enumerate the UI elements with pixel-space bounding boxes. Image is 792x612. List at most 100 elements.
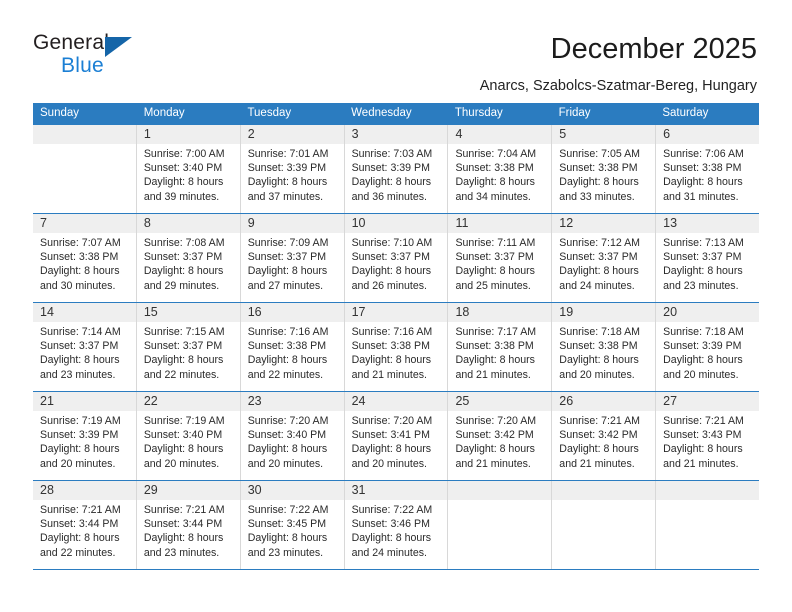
daylight-text-line2: and 20 minutes. (663, 368, 739, 381)
sunrise-text: Sunrise: 7:14 AM (40, 326, 121, 338)
daylight-text-line1: Daylight: 8 hours (455, 443, 535, 456)
sunset-text: Sunset: 3:44 PM (40, 518, 119, 531)
sunrise-text: Sunrise: 7:17 AM (455, 326, 537, 338)
day-number-band: 26 (552, 392, 656, 411)
calendar-page: General Blue December 2025 Anarcs, Szabo… (0, 0, 792, 612)
calendar-day-cell[interactable]: 22 Sunrise: 7:19 AM Sunset: 3:40 PM Dayligh… (136, 392, 241, 480)
day-number-band: 7 (33, 214, 136, 233)
calendar-day-cell[interactable]: 21 Sunrise: 7:19 AM Sunset: 3:39 PM Dayligh… (33, 392, 137, 480)
calendar-day-cell[interactable]: 10 Sunrise: 7:10 AM Sunset: 3:37 PM Dayligh… (344, 214, 449, 302)
daylight-text-line2: and 33 minutes. (559, 190, 635, 203)
calendar-day-cell[interactable]: 13 Sunrise: 7:13 AM Sunset: 3:37 PM Dayligh… (656, 214, 760, 302)
weekday-header-row: Sunday Monday Tuesday Wednesday Thursday Frid… (33, 103, 759, 124)
calendar-day-cell[interactable]: 26 Sunrise: 7:21 AM Sunset: 3:42 PM Dayligh… (552, 392, 657, 480)
sunrise-text: Sunrise: 7:21 AM (40, 504, 121, 516)
calendar-day-cell-empty (552, 481, 657, 569)
calendar-day-cell[interactable]: 5 Sunrise: 7:05 AM Sunset: 3:38 PM Daylight… (552, 125, 657, 213)
sunrise-text: Sunrise: 7:21 AM (143, 504, 225, 516)
day-number-band: 3 (344, 125, 448, 144)
calendar-day-cell[interactable]: 27 Sunrise: 7:21 AM Sunset: 3:43 PM Dayligh… (656, 392, 760, 480)
sunrise-text: Sunrise: 7:16 AM (351, 326, 433, 338)
day-details: Sunrise: 7:12 AM Sunset: 3:37 PM Daylight:… (552, 233, 655, 293)
calendar-day-cell[interactable]: 18 Sunrise: 7:17 AM Sunset: 3:38 PM Dayligh… (448, 303, 553, 391)
calendar-day-cell[interactable]: 24 Sunrise: 7:20 AM Sunset: 3:41 PM Dayligh… (344, 392, 449, 480)
day-number: 13 (663, 216, 678, 230)
day-number-band: 9 (240, 214, 344, 233)
calendar-day-cell[interactable]: 8 Sunrise: 7:08 AM Sunset: 3:37 PM Daylight… (136, 214, 241, 302)
calendar-day-cell[interactable]: 12 Sunrise: 7:12 AM Sunset: 3:37 PM Dayligh… (552, 214, 657, 302)
sunrise-text: Sunrise: 7:13 AM (663, 237, 744, 249)
day-details: Sunrise: 7:14 AM Sunset: 3:37 PM Daylight:… (33, 322, 136, 382)
sunrise-text: Sunrise: 7:01 AM (247, 148, 329, 160)
calendar-day-cell[interactable]: 2 Sunrise: 7:01 AM Sunset: 3:39 PM Daylight… (240, 125, 345, 213)
calendar-day-cell[interactable]: 28 Sunrise: 7:21 AM Sunset: 3:44 PM Dayligh… (33, 481, 137, 569)
calendar-day-cell[interactable]: 9 Sunrise: 7:09 AM Sunset: 3:37 PM Daylight… (240, 214, 345, 302)
day-number: 12 (559, 216, 574, 230)
calendar-day-cell[interactable]: 15 Sunrise: 7:15 AM Sunset: 3:37 PM Dayligh… (136, 303, 241, 391)
day-details: Sunrise: 7:09 AM Sunset: 3:37 PM Daylight:… (241, 233, 344, 293)
day-details: Sunrise: 7:21 AM Sunset: 3:43 PM Daylight:… (656, 411, 759, 471)
day-details: Sunrise: 7:20 AM Sunset: 3:41 PM Daylight:… (345, 411, 448, 471)
day-number: 4 (455, 127, 463, 141)
daylight-text-line2: and 20 minutes. (247, 457, 324, 470)
daylight-text-line1: Daylight: 8 hours (559, 265, 639, 278)
daylight-text-line1: Daylight: 8 hours (351, 354, 432, 367)
day-number-band: 10 (344, 214, 448, 233)
logo-triangle-icon (105, 37, 132, 57)
calendar-day-cell[interactable]: 23 Sunrise: 7:20 AM Sunset: 3:40 PM Dayligh… (240, 392, 345, 480)
daylight-text-line2: and 21 minutes. (559, 457, 635, 470)
day-number: 17 (351, 305, 366, 319)
calendar-week-row: 7 Sunrise: 7:07 AM Sunset: 3:38 PM Daylight… (33, 213, 760, 302)
calendar-day-cell[interactable]: 20 Sunrise: 7:18 AM Sunset: 3:39 PM Dayligh… (656, 303, 760, 391)
daylight-text-line1: Daylight: 8 hours (143, 532, 224, 545)
calendar-day-cell[interactable]: 25 Sunrise: 7:20 AM Sunset: 3:42 PM Dayligh… (448, 392, 553, 480)
sunset-text: Sunset: 3:38 PM (351, 340, 430, 353)
daylight-text-line2: and 23 minutes. (143, 546, 220, 559)
day-details: Sunrise: 7:18 AM Sunset: 3:38 PM Daylight:… (552, 322, 655, 382)
sunset-text: Sunset: 3:43 PM (663, 429, 742, 442)
calendar-day-cell[interactable]: 17 Sunrise: 7:16 AM Sunset: 3:38 PM Dayligh… (344, 303, 449, 391)
sunset-text: Sunset: 3:37 PM (40, 340, 119, 353)
generalblue-logo[interactable]: General Blue (33, 31, 213, 83)
calendar-day-cell[interactable]: 29 Sunrise: 7:21 AM Sunset: 3:44 PM Dayligh… (136, 481, 241, 569)
calendar-day-cell[interactable]: 11 Sunrise: 7:11 AM Sunset: 3:37 PM Dayligh… (448, 214, 553, 302)
calendar-day-cell[interactable]: 1 Sunrise: 7:00 AM Sunset: 3:40 PM Daylight… (136, 125, 241, 213)
day-number-band: 5 (552, 125, 656, 144)
daylight-text-line1: Daylight: 8 hours (143, 265, 224, 278)
calendar-day-cell[interactable]: 6 Sunrise: 7:06 AM Sunset: 3:38 PM Daylight… (656, 125, 760, 213)
calendar-day-cell[interactable]: 16 Sunrise: 7:16 AM Sunset: 3:38 PM Dayligh… (240, 303, 345, 391)
calendar-day-cell[interactable]: 19 Sunrise: 7:18 AM Sunset: 3:38 PM Dayligh… (552, 303, 657, 391)
calendar-day-cell[interactable]: 14 Sunrise: 7:14 AM Sunset: 3:37 PM Dayligh… (33, 303, 137, 391)
sunset-text: Sunset: 3:38 PM (455, 162, 534, 175)
sunset-text: Sunset: 3:40 PM (143, 162, 223, 175)
day-details: Sunrise: 7:19 AM Sunset: 3:40 PM Daylight:… (137, 411, 240, 471)
day-details: Sunrise: 7:04 AM Sunset: 3:38 PM Daylight:… (448, 144, 551, 204)
sunset-text: Sunset: 3:38 PM (40, 251, 119, 264)
sunset-text: Sunset: 3:38 PM (663, 162, 742, 175)
weekday-header-tuesday: Tuesday (247, 107, 292, 119)
calendar-day-cell[interactable]: 3 Sunrise: 7:03 AM Sunset: 3:39 PM Daylight… (344, 125, 449, 213)
day-number: 29 (143, 483, 158, 497)
calendar-day-cell[interactable]: 30 Sunrise: 7:22 AM Sunset: 3:45 PM Dayligh… (240, 481, 345, 569)
calendar-day-cell[interactable]: 7 Sunrise: 7:07 AM Sunset: 3:38 PM Daylight… (33, 214, 137, 302)
daylight-text-line1: Daylight: 8 hours (663, 443, 743, 456)
daylight-text-line1: Daylight: 8 hours (455, 176, 535, 189)
day-number-band: 12 (552, 214, 656, 233)
calendar-day-cell[interactable]: 4 Sunrise: 7:04 AM Sunset: 3:38 PM Daylight… (448, 125, 553, 213)
daylight-text-line2: and 36 minutes. (351, 190, 427, 203)
calendar-day-cell[interactable]: 31 Sunrise: 7:22 AM Sunset: 3:46 PM Dayligh… (344, 481, 449, 569)
daylight-text-line2: and 21 minutes. (455, 368, 531, 381)
calendar-week-row: 1 Sunrise: 7:00 AM Sunset: 3:40 PM Daylight… (33, 124, 760, 213)
day-number: 22 (143, 394, 158, 408)
sunrise-text: Sunrise: 7:19 AM (40, 415, 121, 427)
page-subtitle: Anarcs, Szabolcs-Szatmar-Bereg, Hungary (479, 78, 757, 94)
sunset-text: Sunset: 3:45 PM (247, 518, 327, 531)
day-number: 6 (663, 127, 671, 141)
sunrise-text: Sunrise: 7:10 AM (351, 237, 433, 249)
sunset-text: Sunset: 3:38 PM (559, 340, 638, 353)
daylight-text-line1: Daylight: 8 hours (40, 532, 120, 545)
daylight-text-line2: and 29 minutes. (143, 279, 220, 292)
day-number: 31 (351, 483, 366, 497)
day-details: Sunrise: 7:10 AM Sunset: 3:37 PM Daylight:… (345, 233, 448, 293)
weekday-header-saturday: Saturday (662, 107, 709, 119)
